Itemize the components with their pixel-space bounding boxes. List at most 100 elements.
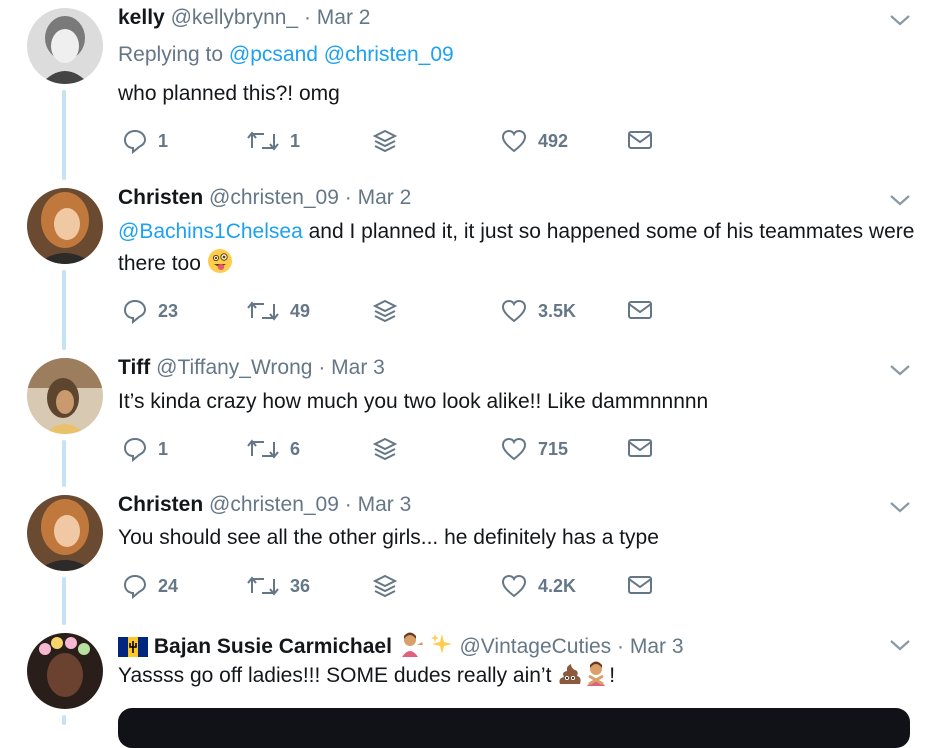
- tweet-text: You should see all the other girls... he…: [118, 526, 659, 549]
- reply-button[interactable]: 1: [122, 128, 168, 154]
- avatar[interactable]: [27, 8, 103, 84]
- thread-line: [62, 270, 66, 350]
- chevron-down-icon[interactable]: [888, 192, 912, 208]
- message-icon: [628, 439, 652, 457]
- tweet-text: It’s kinda crazy how much you two look a…: [118, 390, 709, 413]
- retweet-button[interactable]: 49: [246, 298, 310, 324]
- thread-line: [62, 440, 66, 487]
- like-count: 4.2K: [538, 575, 577, 596]
- separator: ·: [344, 493, 352, 516]
- timestamp[interactable]: Mar 2: [317, 6, 371, 29]
- tweet-actions: 1 6 715: [118, 436, 678, 466]
- message-button[interactable]: [626, 298, 654, 322]
- display-name[interactable]: Tiff: [118, 356, 150, 379]
- avatar[interactable]: [27, 358, 103, 434]
- stack-button[interactable]: [372, 436, 398, 462]
- stack-icon: [372, 437, 398, 461]
- like-button[interactable]: 4.2K: [500, 573, 576, 599]
- chevron-down-icon[interactable]: [888, 362, 912, 378]
- tweet-actions: 1 1 492: [118, 128, 678, 158]
- tweet-2[interactable]: Christen @christen_09 · Mar 2 @Bachins1C…: [0, 180, 936, 350]
- message-button[interactable]: [626, 128, 654, 152]
- mention-link[interactable]: @pcsand: [229, 43, 318, 66]
- display-name[interactable]: Bajan Susie Carmichael: [154, 635, 392, 658]
- stack-button[interactable]: [372, 298, 398, 324]
- stack-button[interactable]: [372, 128, 398, 154]
- mention-link[interactable]: @Bachins1Chelsea: [118, 220, 303, 243]
- retweet-button[interactable]: 6: [246, 436, 300, 462]
- reply-button[interactable]: 23: [122, 298, 178, 324]
- tweet-header: kelly @kellybrynn_ · Mar 2: [118, 6, 370, 30]
- handle[interactable]: @christen_09: [209, 186, 339, 209]
- avatar[interactable]: [27, 188, 103, 264]
- timestamp[interactable]: Mar 3: [331, 356, 385, 379]
- timestamp[interactable]: Mar 3: [358, 493, 412, 516]
- retweet-count: 49: [290, 300, 311, 321]
- reply-count: 1: [158, 438, 169, 459]
- retweet-icon: [247, 439, 279, 459]
- separator: ·: [303, 6, 311, 29]
- tweet-4[interactable]: Christen @christen_09 · Mar 3 You should…: [0, 487, 936, 625]
- timestamp[interactable]: Mar 3: [630, 635, 684, 658]
- reply-button[interactable]: 1: [122, 436, 168, 462]
- like-count: 3.5K: [538, 300, 577, 321]
- separator: ·: [617, 635, 625, 658]
- handle[interactable]: @christen_09: [209, 493, 339, 516]
- thread-line: [62, 715, 66, 725]
- mention-link[interactable]: @christen_09: [324, 43, 454, 66]
- tweet-3[interactable]: Tiff @Tiffany_Wrong · Mar 3 It’s kinda c…: [0, 350, 936, 487]
- like-button[interactable]: 3.5K: [500, 298, 576, 324]
- chevron-down-icon[interactable]: [888, 12, 912, 28]
- tweet-header: Bajan Susie Carmichael @VintageCuties · …: [118, 631, 684, 663]
- reply-count: 1: [158, 130, 169, 151]
- stack-button[interactable]: [372, 573, 398, 599]
- retweet-count: 1: [290, 130, 301, 151]
- person-tipping-hand-emoji: [398, 631, 424, 663]
- like-button[interactable]: 492: [500, 128, 568, 154]
- message-icon: [628, 576, 652, 594]
- timestamp[interactable]: Mar 2: [358, 186, 412, 209]
- like-count: 715: [538, 438, 569, 459]
- person-gesturing-no-emoji: [583, 660, 609, 696]
- retweet-count: 36: [290, 575, 311, 596]
- separator: ·: [344, 186, 352, 209]
- reply-count: 24: [158, 575, 179, 596]
- thread-line: [62, 577, 66, 625]
- stack-icon: [372, 129, 398, 153]
- tweet-text: Yassss go off ladies!!! SOME dudes reall…: [118, 660, 918, 696]
- tweet-actions: 24 36 4.2K: [118, 573, 678, 603]
- message-icon: [628, 131, 652, 149]
- reply-button[interactable]: 24: [122, 573, 178, 599]
- media-preview[interactable]: [118, 708, 910, 748]
- display-name[interactable]: Christen: [118, 493, 203, 516]
- reply-icon: [123, 574, 147, 599]
- sparkles-emoji: [430, 633, 454, 663]
- display-name[interactable]: kelly: [118, 6, 165, 29]
- tweet-actions: 23 49 3.5K: [118, 298, 678, 328]
- replying-to-label: Replying to: [118, 43, 224, 66]
- tweet-header: Tiff @Tiffany_Wrong · Mar 3: [118, 356, 385, 380]
- like-icon: [501, 574, 527, 598]
- handle[interactable]: @Tiffany_Wrong: [156, 356, 312, 379]
- winking-tongue-emoji: [207, 248, 233, 284]
- retweet-button[interactable]: 1: [246, 128, 300, 154]
- reply-count: 23: [158, 300, 179, 321]
- display-name[interactable]: Christen: [118, 186, 203, 209]
- message-button[interactable]: [626, 436, 654, 460]
- chevron-down-icon[interactable]: [888, 499, 912, 515]
- chevron-down-icon[interactable]: [888, 637, 912, 653]
- retweet-button[interactable]: 36: [246, 573, 310, 599]
- like-icon: [501, 129, 527, 153]
- tweet-1[interactable]: kelly @kellybrynn_ · Mar 2 Replying to @…: [0, 0, 936, 180]
- avatar[interactable]: [27, 495, 103, 571]
- handle[interactable]: @kellybrynn_: [171, 6, 299, 29]
- reply-icon: [123, 299, 147, 324]
- tweet-header: Christen @christen_09 · Mar 3: [118, 493, 411, 517]
- like-button[interactable]: 715: [500, 436, 568, 462]
- tweet-text: who planned this?! omg: [118, 82, 340, 105]
- handle[interactable]: @VintageCuties: [459, 635, 611, 658]
- stack-icon: [372, 574, 398, 598]
- replying-to: Replying to @pcsand @christen_09: [118, 43, 454, 67]
- message-button[interactable]: [626, 573, 654, 597]
- avatar[interactable]: [27, 633, 103, 709]
